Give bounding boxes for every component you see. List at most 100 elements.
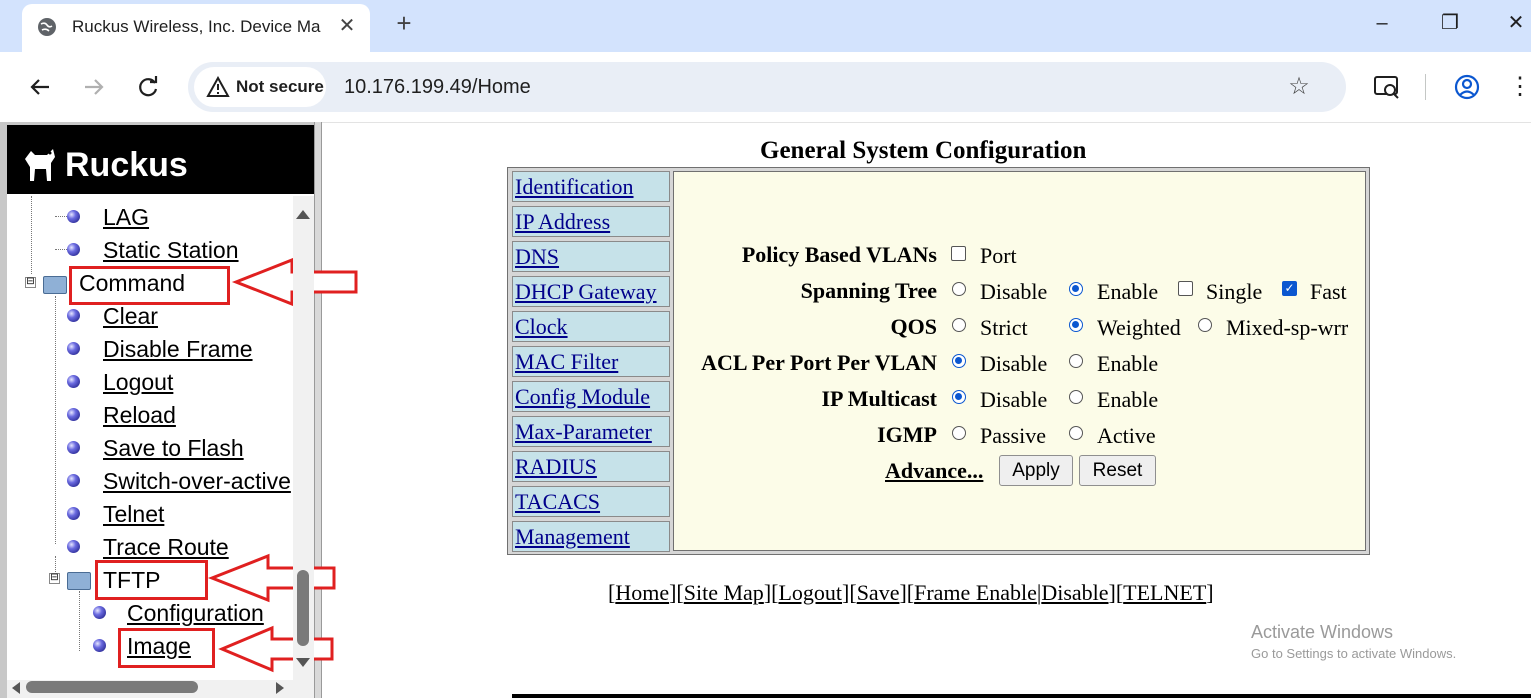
url-text[interactable]: 10.176.199.49/Home (344, 75, 531, 99)
nav-link-disable-frame[interactable]: Disable Frame (103, 335, 253, 363)
forward-icon[interactable] (79, 72, 109, 102)
bullet-icon (67, 210, 80, 223)
nav-link-logout[interactable]: Logout (103, 368, 173, 396)
apply-button[interactable]: Apply (999, 455, 1073, 486)
qos-mixed-radio[interactable] (1198, 318, 1212, 332)
igmp-active-label: Active (1097, 423, 1156, 448)
scroll-left-icon[interactable] (12, 682, 20, 694)
menu-cell: Clock (512, 311, 670, 342)
footer-link-telnet[interactable]: TELNET (1123, 580, 1206, 605)
scroll-right-icon[interactable] (276, 682, 284, 694)
advance-link[interactable]: Advance... (885, 458, 983, 484)
menu-link-config-module[interactable]: Config Module (515, 384, 650, 410)
nav-link-lag[interactable]: LAG (103, 203, 149, 231)
scroll-up-icon[interactable] (296, 210, 310, 219)
bullet-icon (67, 474, 80, 487)
tab-search-icon[interactable] (1372, 72, 1402, 102)
menu-cell: Config Module (512, 381, 670, 412)
sidebar-scroll-thumb[interactable] (297, 570, 309, 646)
policy-vlans-port-checkbox[interactable] (951, 246, 966, 261)
frame-divider[interactable] (314, 122, 322, 698)
nav-link-clear[interactable]: Clear (103, 302, 158, 330)
profile-icon[interactable] (1452, 72, 1482, 102)
ip-multicast-enable-label: Enable (1097, 387, 1159, 412)
footer-link-site-map[interactable]: Site Map (684, 580, 764, 605)
footer-link-frame-enable[interactable]: Frame Enable (914, 580, 1037, 605)
new-tab-button[interactable]: + (389, 8, 419, 38)
bullet-icon (93, 639, 106, 652)
close-window-button[interactable]: ✕ (1496, 8, 1531, 38)
tree-line (79, 591, 80, 651)
nav-link-save-to-flash[interactable]: Save to Flash (103, 434, 244, 462)
security-label: Not secure (236, 77, 324, 96)
qos-weighted-label: Weighted (1097, 315, 1181, 340)
nav-link-telnet[interactable]: Telnet (103, 500, 164, 528)
bookmark-star-icon[interactable]: ☆ (1284, 72, 1314, 102)
watermark-title: Activate Windows (1251, 622, 1394, 642)
menu-link-tacacs[interactable]: TACACS (515, 489, 600, 515)
browser-tab[interactable]: Ruckus Wireless, Inc. Device Ma ✕ (22, 4, 370, 52)
taskbar-edge (512, 694, 1531, 698)
spanning-tree-single-checkbox[interactable] (1178, 281, 1193, 296)
menu-cell: DNS (512, 241, 670, 272)
collapse-icon[interactable]: ⊟ (25, 277, 36, 288)
close-tab-icon[interactable]: ✕ (334, 13, 360, 39)
footer-link-disable[interactable]: Disable (1041, 580, 1108, 605)
spanning-tree-fast-checkbox[interactable]: ✓ (1282, 281, 1297, 296)
acl-enable-label: Enable (1097, 351, 1159, 376)
igmp-passive-radio[interactable] (952, 426, 966, 440)
spanning-tree-label: Spanning Tree (800, 278, 937, 303)
bullet-icon (67, 243, 80, 256)
footer-link-home[interactable]: Home (615, 580, 669, 605)
browser-toolbar: Not secure 10.176.199.49/Home ☆ ⋮ (0, 52, 1531, 123)
warning-icon (206, 76, 230, 97)
reset-button[interactable]: Reset (1079, 455, 1156, 486)
igmp-active-radio[interactable] (1069, 426, 1083, 440)
security-chip[interactable]: Not secure (194, 67, 326, 107)
address-bar[interactable]: Not secure 10.176.199.49/Home ☆ (188, 62, 1346, 112)
menu-link-management[interactable]: Management (515, 524, 630, 550)
menu-link-dns[interactable]: DNS (515, 244, 559, 270)
bracket: [ (676, 580, 684, 605)
qos-weighted-radio[interactable] (1069, 318, 1083, 332)
annotation-box (95, 560, 208, 600)
menu-link-radius[interactable]: RADIUS (515, 454, 597, 480)
menu-dots-icon[interactable]: ⋮ (1508, 70, 1531, 104)
restore-button[interactable]: ❐ (1430, 8, 1470, 38)
scroll-down-icon[interactable] (296, 658, 310, 667)
back-icon[interactable] (25, 72, 55, 102)
ip-multicast-enable-radio[interactable] (1069, 390, 1083, 404)
qos-strict-radio[interactable] (952, 318, 966, 332)
folder-icon (43, 276, 67, 294)
menu-link-ip-address[interactable]: IP Address (515, 209, 610, 235)
menu-link-dhcp-gateway[interactable]: DHCP Gateway (515, 279, 657, 305)
footer-link-logout[interactable]: Logout (778, 580, 842, 605)
bracket: ] (1108, 580, 1116, 605)
menu-link-max-parameter[interactable]: Max-Parameter (515, 419, 652, 445)
annotation-box (69, 266, 230, 305)
bullet-icon (67, 309, 80, 322)
collapse-icon[interactable]: ⊟ (49, 573, 60, 584)
sidebar-hscroll-thumb[interactable] (26, 681, 198, 693)
bullet-icon (67, 375, 80, 388)
menu-link-identification[interactable]: Identification (515, 174, 634, 200)
ip-multicast-disable-radio[interactable] (952, 390, 966, 404)
nav-link-reload[interactable]: Reload (103, 401, 176, 429)
footer-link-save[interactable]: Save (857, 580, 900, 605)
minimize-button[interactable]: – (1362, 8, 1402, 38)
annotation-box (118, 628, 215, 668)
bullet-icon (67, 441, 80, 454)
spanning-tree-enable-label: Enable (1097, 279, 1159, 304)
bullet-icon (67, 342, 80, 355)
advance-link-text[interactable]: Advance... (885, 458, 983, 483)
reload-icon[interactable] (133, 72, 163, 102)
spanning-tree-disable-radio[interactable] (952, 282, 966, 296)
acl-enable-radio[interactable] (1069, 354, 1083, 368)
nav-link-switch-over-active[interactable]: Switch-over-active (103, 467, 291, 495)
acl-disable-radio[interactable] (952, 354, 966, 368)
spanning-tree-enable-radio[interactable] (1069, 282, 1083, 296)
nav-link-static-station[interactable]: Static Station (103, 236, 239, 264)
policy-vlans-label: Policy Based VLANs (741, 242, 937, 267)
menu-link-mac-filter[interactable]: MAC Filter (515, 349, 618, 375)
menu-link-clock[interactable]: Clock (515, 314, 568, 340)
